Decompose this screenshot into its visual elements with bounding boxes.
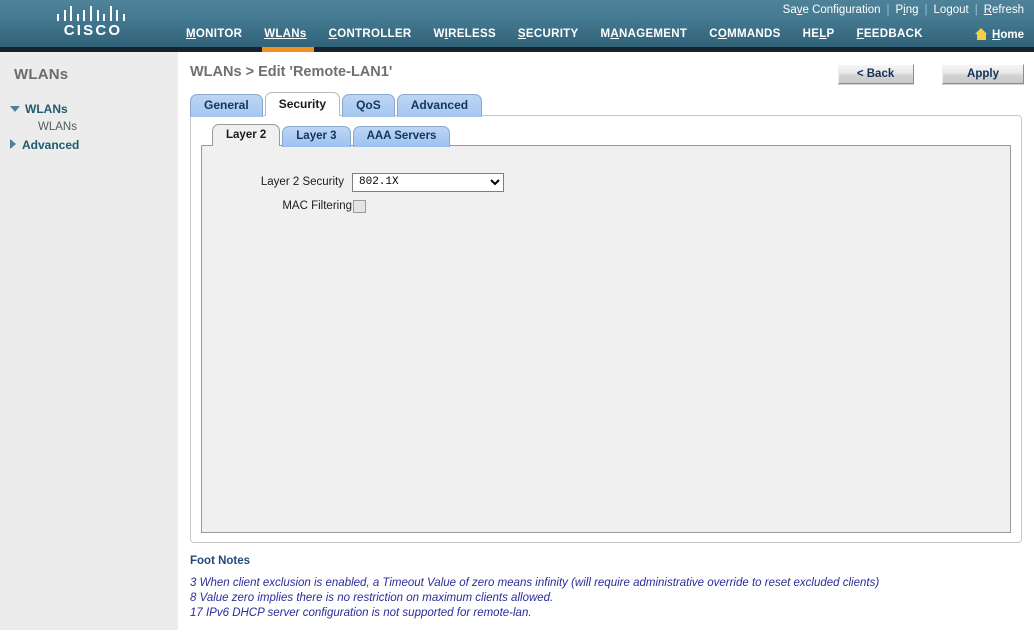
footnotes-title: Foot Notes — [190, 555, 251, 567]
footnote-line: 8 Value zero implies there is no restric… — [190, 592, 554, 604]
nav-item-monitor[interactable]: MONITOR — [186, 28, 242, 40]
logo-bar — [76, 14, 79, 21]
sidebar-item-advanced[interactable]: Advanced — [0, 135, 178, 155]
tab-security[interactable]: Security — [264, 92, 341, 116]
utility-separator: | — [886, 4, 890, 16]
page-action-buttons: < Back Apply — [837, 64, 1024, 84]
layer2-form: Layer 2 Security None802.1XStatic WEPStat… — [202, 146, 1010, 215]
layer2-panel: Layer 2 Security None802.1XStatic WEPStat… — [201, 145, 1011, 533]
subtab-layer-3[interactable]: Layer 3 — [282, 126, 351, 147]
nav-item-feedback[interactable]: FEEDBACK — [857, 28, 923, 40]
utility-links: Save Configuration | Ping | Logout | Refresh — [781, 4, 1026, 16]
entity-name: 'Remote-LAN1' — [289, 64, 393, 80]
breadcrumb: WLANs > Edit — [190, 64, 286, 80]
logo-bar — [123, 14, 125, 21]
nav-item-security[interactable]: SECURITY — [518, 28, 579, 40]
footnote-line: 17 IPv6 DHCP server configuration is not… — [190, 607, 532, 619]
logo-bar — [116, 10, 119, 21]
nav-item-controller[interactable]: CONTROLLER — [329, 28, 412, 40]
footnotes-section: Foot Notes 3 When client exclusion is en… — [190, 555, 1034, 621]
home-icon — [975, 28, 988, 40]
content-area: WLANs > Edit 'Remote-LAN1' < Back Apply … — [178, 52, 1034, 640]
mac-filtering-checkbox[interactable] — [353, 199, 366, 213]
utility-link-ping[interactable]: Ping — [893, 4, 920, 16]
logo-bar — [57, 14, 59, 21]
nav-item-wlans[interactable]: WLANs — [264, 28, 306, 40]
layer2-security-row: Layer 2 Security None802.1XStatic WEPStat… — [202, 172, 1010, 192]
subtab-layer-2[interactable]: Layer 2 — [212, 124, 281, 146]
security-panel: Layer 2 Layer 3 AAA Servers Layer 2 Securi… — [190, 115, 1022, 543]
main-navigation: MONITOR WLANs CONTROLLER WIRELESS SECURITY MA… — [186, 28, 945, 40]
home-link[interactable]: Home — [975, 28, 1024, 41]
logo-bar — [96, 10, 99, 21]
sidebar-advanced-label: Advanced — [22, 138, 80, 152]
footnote-line: 3 When client exclusion is enabled, a Ti… — [190, 577, 880, 589]
nav-item-commands[interactable]: COMMANDS — [709, 28, 780, 40]
utility-link-logout[interactable]: Logout — [932, 4, 971, 16]
cisco-logo-bars — [57, 6, 129, 21]
logo-bar — [63, 10, 66, 21]
logo-bar — [70, 6, 73, 21]
sidebar-nav-tree: WLANs WLANs Advanced — [0, 99, 178, 155]
cisco-wordmark: CISCO — [63, 22, 123, 39]
nav-item-help[interactable]: HELP — [803, 28, 835, 40]
sidebar: WLANs WLANs WLANs Advanced — [0, 52, 178, 630]
cisco-logo: CISCO — [50, 6, 136, 44]
tab-general[interactable]: General — [190, 94, 263, 117]
footnotes-list: 3 When client exclusion is enabled, a Ti… — [190, 576, 1034, 621]
apply-button[interactable]: Apply — [942, 64, 1024, 84]
top-header: CISCO Save Configuration | Ping | Logout | Ref… — [0, 0, 1034, 52]
chevron-right-icon — [10, 139, 16, 149]
sidebar-title: WLANs — [14, 66, 69, 83]
sidebar-item-wlans[interactable]: WLANs — [0, 119, 178, 135]
utility-link-save-configuration[interactable]: Save Configuration — [781, 4, 883, 16]
page-title: WLANs > Edit 'Remote-LAN1' — [190, 64, 392, 80]
utility-separator: | — [974, 4, 978, 16]
layer2-security-select[interactable]: None802.1XStatic WEPStatic WEP + 802.1XC… — [352, 172, 504, 192]
logo-bar — [90, 6, 92, 21]
sidebar-item-wlans-group[interactable]: WLANs — [0, 99, 178, 119]
tab-advanced[interactable]: Advanced — [396, 94, 483, 117]
logo-bar — [109, 6, 112, 21]
chevron-down-icon — [10, 106, 20, 112]
logo-bar — [83, 10, 86, 21]
mac-filtering-row: MAC Filtering — [202, 197, 1010, 215]
subtab-aaa-servers[interactable]: AAA Servers — [352, 126, 451, 147]
utility-separator: | — [924, 4, 928, 16]
security-subtab-bar: Layer 2 Layer 3 AAA Servers — [212, 124, 1013, 147]
layer2-security-label: Layer 2 Security — [260, 176, 344, 188]
sidebar-group-label: WLANs — [25, 102, 68, 116]
back-button[interactable]: < Back — [837, 64, 914, 84]
wlc-page: CISCO Save Configuration | Ping | Logout | Ref… — [0, 0, 1034, 640]
utility-link-refresh[interactable]: Refresh — [982, 4, 1026, 16]
logo-bar — [103, 14, 106, 21]
mac-filtering-label: MAC Filtering — [282, 200, 352, 212]
page-header: WLANs > Edit 'Remote-LAN1' < Back Apply — [178, 52, 1034, 92]
nav-item-wireless[interactable]: WIRELESS — [433, 28, 495, 40]
main-tab-bar: General Security QoS Advanced — [190, 92, 1034, 117]
nav-item-management[interactable]: MANAGEMENT — [600, 28, 687, 40]
tab-qos[interactable]: QoS — [342, 94, 395, 117]
